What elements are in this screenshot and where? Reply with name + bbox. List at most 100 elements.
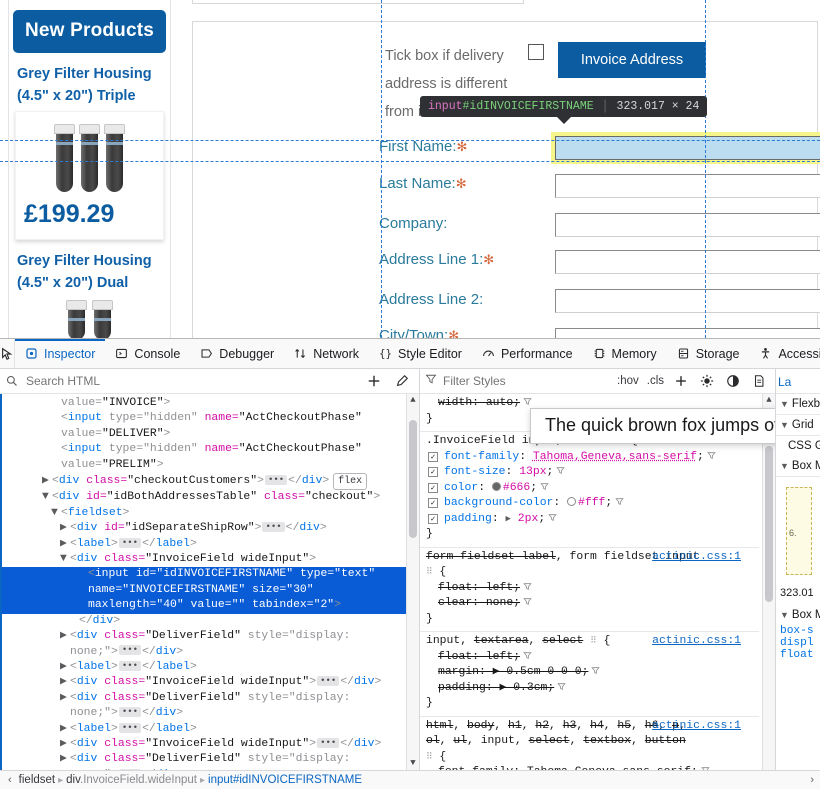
css-selector-cont[interactable]: ol, ul, input, select, textbox, button	[426, 734, 753, 750]
tab-performance[interactable]: Performance	[472, 339, 583, 368]
declaration-checkbox[interactable]: ✓	[428, 498, 438, 508]
css-declaration-disabled[interactable]: padding: ▶ 0.3cm;	[426, 681, 753, 697]
stylesheet-link[interactable]: actinic.css:1	[652, 719, 741, 735]
markup-line-selected[interactable]: <input id="idINVOICEFIRSTNAME" type="tex…	[2, 567, 419, 583]
filter-icon[interactable]	[548, 513, 557, 522]
tab-storage[interactable]: Storage	[667, 339, 750, 368]
twisty-icon[interactable]: ▼	[42, 490, 52, 505]
declaration-checkbox[interactable]: ✓	[428, 513, 438, 524]
twisty-icon[interactable]: ▼	[51, 506, 61, 521]
css-selector-cont[interactable]: ⠿ {	[426, 750, 753, 766]
scroll-down-arrow[interactable]: ▼	[407, 757, 419, 770]
filter-icon[interactable]	[701, 766, 710, 770]
markup-line[interactable]: ▶ <div class="DeliverField" style="displa…	[2, 691, 419, 706]
markup-line[interactable]: value="DELIVER">	[2, 427, 419, 442]
css-declaration[interactable]: ✓ color: #666;	[426, 481, 753, 497]
filter-icon[interactable]	[523, 597, 532, 606]
markup-line[interactable]: ▶ <div class="DeliverField" style="displa…	[2, 752, 419, 767]
css-rule-block[interactable]: actinic.css:1 html, body, h1, h2, h3, h4,…	[420, 717, 759, 770]
css-rules-list[interactable]: width: auto;}.InvoiceField input, select…	[420, 394, 775, 770]
twisty-icon[interactable]: ▶	[60, 737, 70, 752]
section-box-properties[interactable]: ▼ Box M	[776, 605, 820, 625]
tab-accessibil[interactable]: Accessibil	[749, 339, 820, 368]
class-toggle-button[interactable]: .cls	[645, 375, 666, 387]
tab-console[interactable]: Console	[105, 339, 190, 368]
filter-icon[interactable]	[591, 666, 601, 675]
css-declaration-disabled[interactable]: float: left;	[426, 650, 753, 666]
twisty-icon[interactable]: ▼	[60, 552, 70, 567]
markup-line[interactable]: none;">•••</div>	[2, 706, 419, 721]
declaration-checkbox[interactable]: ✓	[428, 482, 438, 493]
css-rule-block[interactable]: actinic.css:1 input, textarea, select ⠿ {…	[420, 632, 759, 717]
product-card-1[interactable]: £199.29	[15, 111, 164, 240]
tab-memory[interactable]: Memory	[583, 339, 667, 368]
scroll-up-arrow[interactable]: ▲	[407, 394, 419, 407]
css-rule-block[interactable]: .InvoiceField input, select ⠿ {✓font-fam…	[420, 432, 759, 548]
markup-line[interactable]: ▼ <div class="InvoiceField wideInput">	[2, 552, 419, 567]
filter-icon[interactable]	[615, 497, 624, 506]
invoice-address-button[interactable]: Invoice Address	[558, 42, 706, 78]
filter-icon[interactable]	[523, 582, 532, 591]
declaration-checkbox[interactable]: ✓	[428, 451, 438, 462]
filter-icon[interactable]	[523, 651, 532, 660]
markup-line[interactable]: ▶ <label> ••• </label>	[2, 722, 419, 737]
css-value[interactable]: 13px;	[519, 466, 553, 478]
breadcrumb-item-input[interactable]: input#idINVOICEFIRSTNAME	[208, 774, 362, 786]
filter-icon[interactable]	[557, 682, 566, 691]
markup-line[interactable]: value="PRELIM">	[2, 458, 419, 473]
markup-line[interactable]: ▼ <fieldset>	[2, 506, 419, 521]
markup-line[interactable]: ▶ <label> ••• </label>	[2, 537, 419, 552]
section-flexbox[interactable]: ▼ Flexb	[776, 394, 820, 415]
twisty-icon[interactable]: ▶	[60, 691, 70, 706]
section-grid[interactable]: ▼ Grid	[776, 415, 820, 436]
markup-line[interactable]: none;">•••</div>	[2, 768, 419, 770]
twisty-icon[interactable]: ▶	[60, 629, 70, 644]
css-property[interactable]: padding	[444, 513, 492, 525]
tab-network[interactable]: Network	[284, 339, 369, 368]
markup-line[interactable]: ▶ <label> ••• </label>	[2, 660, 419, 675]
css-property[interactable]: font-family	[444, 451, 519, 463]
rules-scrollbar[interactable]: ▲	[762, 394, 775, 770]
css-declaration[interactable]: ✓ font-size: 13px;	[426, 465, 753, 481]
hover-pseudo-button[interactable]: :hov	[615, 375, 641, 387]
add-node-icon[interactable]	[363, 374, 385, 388]
tab-inspector[interactable]: Inspector	[15, 339, 106, 368]
markup-line[interactable]: </div>	[2, 614, 419, 629]
css-value[interactable]: #666;	[491, 481, 537, 494]
twisty-icon[interactable]: ▶	[60, 537, 70, 552]
css-value[interactable]: #fff;	[567, 497, 612, 509]
css-selector-cont[interactable]: ⠿ {	[426, 565, 753, 581]
stylesheet-link[interactable]: actinic.css:1	[652, 550, 741, 566]
filter-icon[interactable]	[556, 466, 566, 475]
css-value[interactable]: Tahoma,Geneva,sans-serif;	[533, 451, 704, 463]
markup-line[interactable]: <input type="hidden" name="ActCheckoutPh…	[2, 411, 419, 426]
twisty-icon[interactable]: ▶	[42, 474, 52, 489]
input-last-name[interactable]	[555, 174, 820, 198]
breadcrumb-left-arrow[interactable]: ‹	[4, 774, 16, 786]
css-grid-subitem[interactable]: CSS G	[776, 436, 820, 456]
tab-layout[interactable]: La	[778, 373, 791, 389]
markup-line[interactable]: ▼ <div id="idBothAddressesTable" class="c…	[2, 490, 419, 505]
print-media-icon[interactable]	[748, 374, 770, 388]
markup-line-selected[interactable]: name="INVOICEFIRSTNAME" size="30"	[2, 582, 419, 599]
input-address-line-2[interactable]	[555, 289, 820, 313]
css-property[interactable]: background-color	[444, 497, 553, 509]
input-address-line-1[interactable]	[555, 250, 820, 274]
markup-line-selected[interactable]: maxlength="40" value="" tabindex="2">	[2, 598, 419, 614]
markup-line[interactable]: ▶ <div class="checkoutCustomers"> ••• </div…	[2, 473, 419, 491]
input-city-town[interactable]	[555, 328, 820, 338]
markup-scrollbar[interactable]: ▲ ▼	[406, 394, 419, 770]
twisty-icon[interactable]: ▶	[60, 722, 70, 737]
breadcrumb-item-fieldset[interactable]: fieldset	[19, 774, 55, 786]
twisty-icon[interactable]: ▶	[60, 675, 70, 690]
css-declaration-disabled[interactable]: font-family: Tahoma,Geneva,sans-serif;	[426, 765, 753, 770]
tab-style-editor[interactable]: {} Style Editor	[369, 339, 472, 368]
markup-line[interactable]: value="INVOICE">	[2, 396, 419, 411]
markup-line[interactable]: none;">•••</div>	[2, 645, 419, 660]
css-declaration-disabled[interactable]: float: left;	[426, 581, 753, 597]
dark-theme-icon[interactable]	[722, 374, 744, 388]
filter-icon[interactable]	[707, 451, 716, 460]
markup-line[interactable]: ▶ <div class="InvoiceField wideInput"> •••…	[2, 675, 419, 690]
markup-line[interactable]: ▶ <div class="InvoiceField wideInput"> •••…	[2, 737, 419, 752]
css-declaration[interactable]: ✓ font-family: Tahoma,Geneva,sans-serif;	[426, 450, 753, 466]
